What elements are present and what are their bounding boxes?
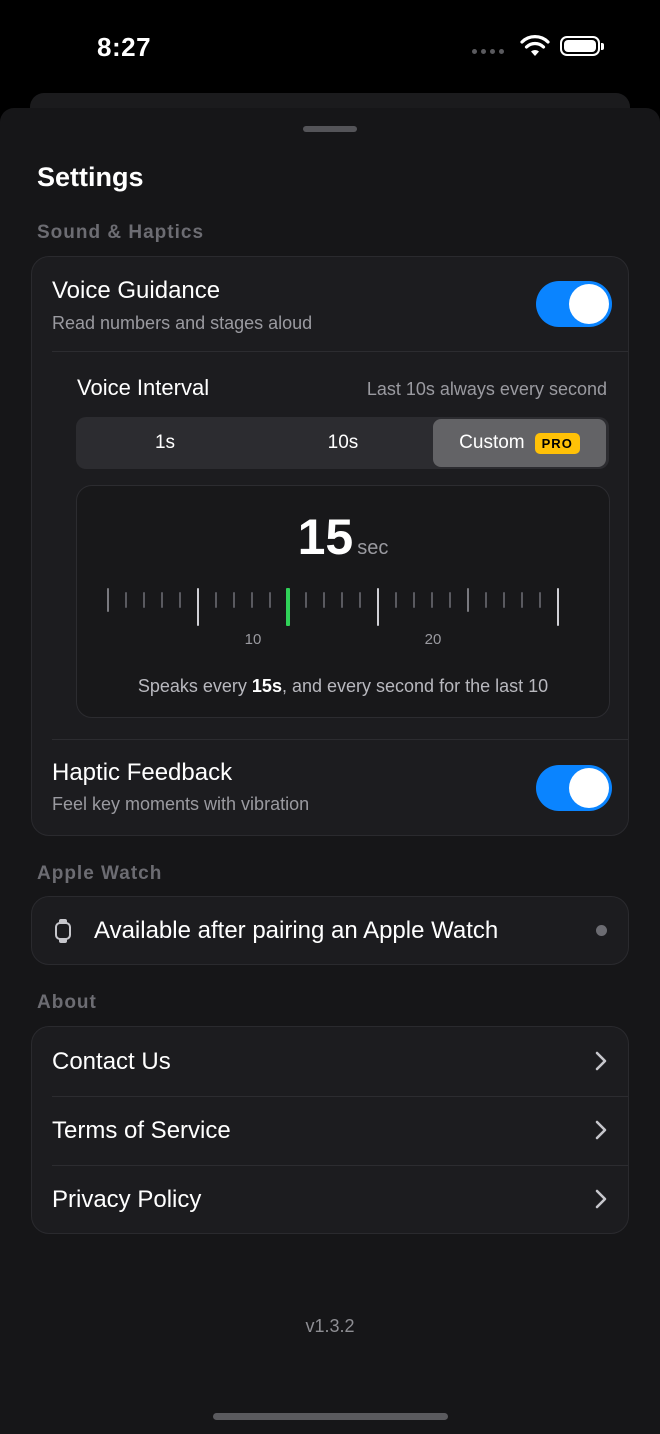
apple-watch-icon [54, 918, 72, 943]
pro-badge: PRO [534, 432, 580, 454]
chevron-right-icon [595, 1189, 607, 1209]
ruler-tick [557, 588, 559, 626]
chevron-right-icon [595, 1120, 607, 1140]
interval-picker: 15 sec 10 20 Speaks every 15s, and every … [76, 485, 610, 718]
ruler-tick [539, 592, 541, 608]
sheet-title: Settings [37, 162, 144, 192]
toggle-knob [569, 768, 609, 808]
ruler-tick [521, 592, 523, 608]
segment-custom-label: Custom [459, 432, 525, 453]
interval-ruler-slider[interactable]: 10 20 [77, 586, 611, 666]
ruler-label-20: 20 [424, 631, 442, 648]
ruler-tick [251, 592, 253, 608]
about-card: Contact Us Terms of Service Privacy Poli… [31, 1026, 629, 1234]
ruler-tick [233, 592, 235, 608]
ruler-tick [503, 592, 505, 608]
chevron-right-icon [595, 1051, 607, 1071]
voice-guidance-subtitle: Read numbers and stages aloud [52, 313, 313, 333]
apple-watch-message: Available after pairing an Apple Watch [94, 916, 499, 944]
apple-watch-card: Available after pairing an Apple Watch [31, 896, 629, 965]
toggle-knob [569, 284, 609, 324]
terms-of-service-label: Terms of Service [52, 1116, 231, 1144]
ruler-tick [179, 592, 181, 608]
ruler-tick [467, 588, 469, 612]
section-label-sound-haptics: Sound & Haptics [37, 222, 205, 243]
section-label-about: About [37, 992, 97, 1013]
divider [52, 739, 628, 740]
ruler-tick [269, 592, 271, 608]
home-indicator [213, 1413, 448, 1420]
settings-sheet: Settings Sound & Haptics Voice Guidance … [0, 108, 660, 1434]
cellular-signal-icon [472, 48, 504, 54]
ruler-tick [377, 588, 379, 626]
segment-10s[interactable]: 10s [254, 417, 432, 469]
ruler-tick [305, 592, 307, 608]
privacy-policy-row[interactable]: Privacy Policy [32, 1165, 628, 1234]
battery-icon [560, 36, 604, 56]
voice-interval-segmented-control: 1s 10s Custom PRO [76, 417, 609, 469]
apple-watch-row: Available after pairing an Apple Watch [32, 897, 628, 964]
ruler-tick [143, 592, 145, 608]
segment-custom[interactable]: Custom PRO [433, 419, 606, 467]
ruler-tick [485, 592, 487, 608]
interval-caption: Speaks every 15s, and every second for t… [137, 676, 549, 696]
ruler-tick [341, 592, 343, 608]
ruler-tick [197, 588, 199, 626]
sound-haptics-card: Voice Guidance Read numbers and stages a… [31, 256, 629, 836]
voice-interval-note: Last 10s always every second [366, 379, 607, 399]
ruler-tick [125, 592, 127, 608]
interval-value: 15 sec [77, 508, 609, 566]
status-time: 8:27 [97, 32, 152, 62]
terms-of-service-row[interactable]: Terms of Service [32, 1096, 628, 1165]
ruler-indicator [286, 588, 290, 626]
voice-guidance-toggle[interactable] [536, 281, 612, 327]
haptic-feedback-text: Haptic Feedback Feel key moments with vi… [52, 759, 309, 815]
interval-value-unit: sec [357, 537, 389, 559]
interval-value-number: 15 [297, 509, 354, 565]
ruler-tick [431, 592, 433, 608]
contact-us-label: Contact Us [52, 1047, 171, 1075]
section-label-apple-watch: Apple Watch [37, 863, 163, 884]
segment-1s[interactable]: 1s [76, 417, 254, 469]
status-bar: 8:27 [0, 0, 660, 94]
voice-interval-title: Voice Interval [77, 375, 210, 400]
status-icons [472, 34, 604, 58]
app-version: v1.3.2 [305, 1316, 355, 1336]
ruler-label-10: 10 [244, 631, 262, 648]
sheet-grabber[interactable] [303, 126, 357, 132]
ruler-tick [215, 592, 217, 608]
ruler-tick [449, 592, 451, 608]
status-dot-icon [596, 925, 607, 936]
wifi-icon [520, 35, 550, 56]
ruler-tick [359, 592, 361, 608]
caption-value: 15s [251, 676, 282, 696]
voice-guidance-text: Voice Guidance Read numbers and stages a… [52, 277, 312, 334]
ruler-tick [323, 592, 325, 608]
haptic-feedback-title: Haptic Feedback [52, 759, 233, 786]
ruler-tick [413, 592, 415, 608]
ruler-tick [395, 592, 397, 608]
voice-guidance-title: Voice Guidance [52, 277, 221, 304]
divider [52, 351, 628, 352]
haptic-feedback-toggle[interactable] [536, 765, 612, 811]
contact-us-row[interactable]: Contact Us [32, 1027, 628, 1096]
ruler-tick [161, 592, 163, 608]
privacy-policy-label: Privacy Policy [52, 1185, 202, 1213]
ruler-tick [107, 588, 109, 612]
haptic-feedback-subtitle: Feel key moments with vibration [52, 794, 310, 814]
